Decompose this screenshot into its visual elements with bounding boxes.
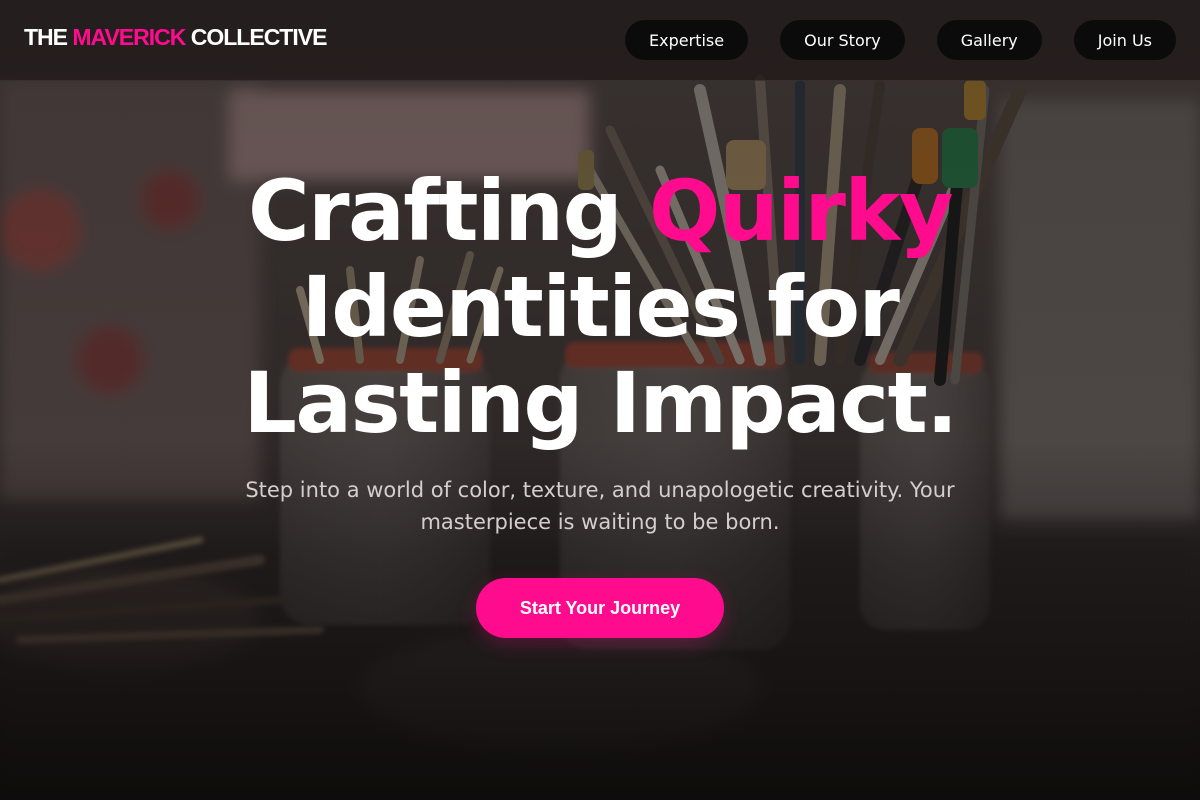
nav-link-join-us[interactable]: Join Us: [1073, 20, 1176, 60]
top-navigation-bar: THE MAVERICK COLLECTIVE Expertise Our St…: [0, 0, 1200, 81]
hero-title-highlight: Quirky: [648, 162, 954, 260]
nav-link-expertise[interactable]: Expertise: [625, 20, 749, 60]
hero-title: Crafting Quirky Identities for Lasting I…: [0, 163, 1200, 451]
nav-link-our-story[interactable]: Our Story: [780, 20, 905, 60]
hero-subtitle: Step into a world of color, texture, and…: [245, 478, 955, 534]
hero-title-line-1-start: Crafting: [248, 162, 649, 260]
brand-name-part-1: THE: [24, 24, 73, 50]
brand-logo[interactable]: THE MAVERICK COLLECTIVE: [24, 24, 328, 51]
start-journey-button[interactable]: Start Your Journey: [476, 578, 724, 638]
nav-link-gallery[interactable]: Gallery: [936, 20, 1042, 60]
brand-name-accent: MAVERICK: [72, 24, 186, 50]
brand-name-part-2: COLLECTIVE: [185, 24, 328, 50]
hero-title-line-2: Identities for: [301, 258, 900, 356]
hero-title-line-3: Lasting Impact.: [243, 354, 958, 452]
nav-links: Expertise Our Story Gallery Join Us: [625, 20, 1176, 60]
